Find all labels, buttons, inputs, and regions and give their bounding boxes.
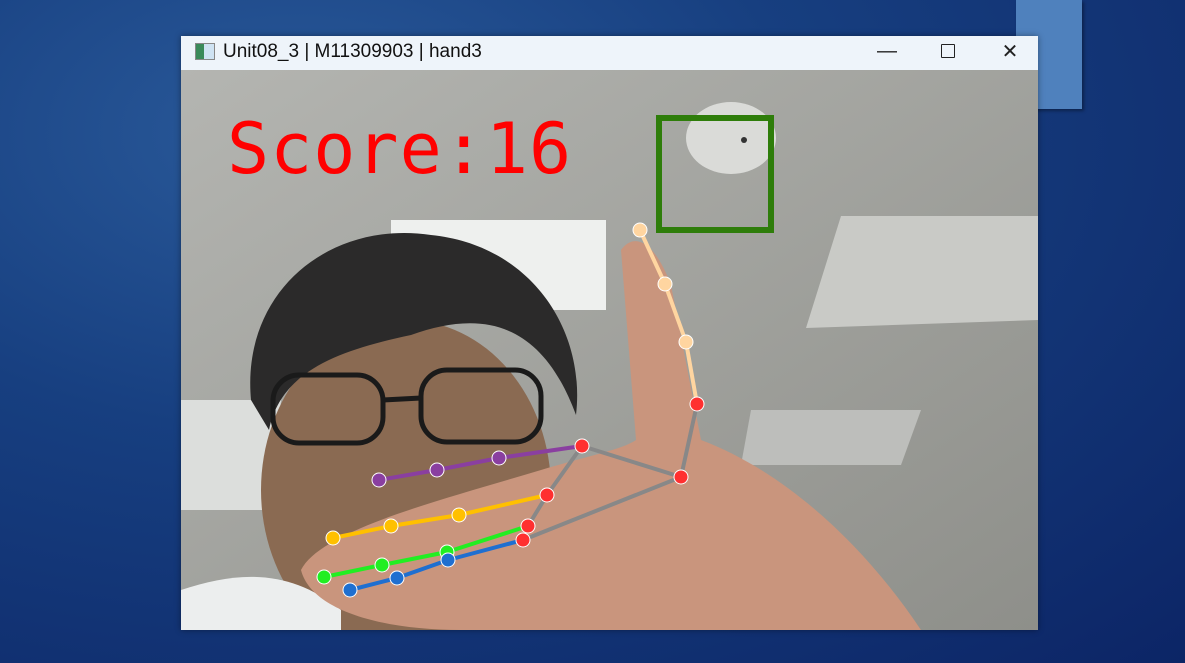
landmark-ring: [316, 569, 332, 585]
minimize-button[interactable]: —: [864, 36, 910, 66]
landmark-thumb-base: [673, 469, 689, 485]
landmark-middle: [451, 507, 467, 523]
app-window: Unit08_3 | M11309903 | hand3 — ✕ Score:1…: [181, 36, 1038, 630]
maximize-button[interactable]: [925, 36, 971, 66]
landmark-pinky: [342, 582, 358, 598]
landmark-thumb: [689, 396, 705, 412]
landmark-ring: [520, 518, 536, 534]
close-button[interactable]: ✕: [987, 36, 1033, 66]
landmark-middle: [383, 518, 399, 534]
desktop-background: Unit08_3 | M11309903 | hand3 — ✕ Score:1…: [0, 0, 1185, 663]
minimize-icon: —: [877, 39, 897, 62]
close-icon: ✕: [1001, 40, 1019, 63]
score-label: Score:16: [227, 108, 573, 190]
landmark-pinky: [440, 552, 456, 568]
landmark-middle: [325, 530, 341, 546]
landmark-middle: [539, 487, 555, 503]
ceiling-panel: [806, 216, 1038, 328]
landmark-ring: [374, 557, 390, 573]
landmark-index: [371, 472, 387, 488]
landmark-pinky: [515, 532, 531, 548]
maximize-icon: [941, 44, 955, 58]
window-title: Unit08_3 | M11309903 | hand3: [223, 41, 482, 62]
landmark-thumb: [678, 334, 694, 350]
title-bar[interactable]: Unit08_3 | M11309903 | hand3 — ✕: [181, 36, 1038, 70]
landmark-index: [491, 450, 507, 466]
landmark-pinky: [389, 570, 405, 586]
landmark-thumb: [657, 276, 673, 292]
sensor-dot: [741, 137, 747, 143]
landmark-index: [429, 462, 445, 478]
ceiling-sensor: [686, 102, 776, 174]
landmark-index: [574, 438, 590, 454]
camera-feed: Score:16: [181, 70, 1038, 630]
app-icon: [195, 43, 215, 60]
ceiling-panel-2: [741, 410, 921, 465]
landmark-thumb: [632, 222, 648, 238]
